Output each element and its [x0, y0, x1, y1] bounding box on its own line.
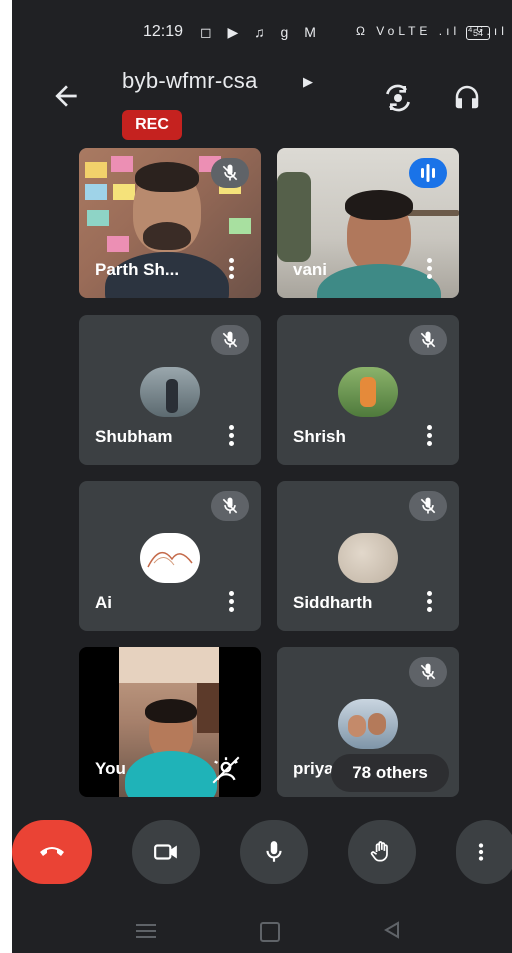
- more-vert-icon[interactable]: [427, 258, 433, 280]
- participant-name: Shubham: [95, 427, 173, 446]
- more-vert-icon[interactable]: [427, 591, 433, 613]
- back-icon[interactable]: [382, 920, 402, 945]
- others-count-button[interactable]: 78 others: [331, 754, 449, 792]
- meeting-code[interactable]: byb-wfmr-csa: [122, 68, 258, 94]
- home-icon[interactable]: [260, 922, 280, 942]
- participant-name: vani: [293, 260, 328, 279]
- participant-tile[interactable]: Ai: [79, 481, 261, 631]
- more-vert-icon[interactable]: [229, 425, 235, 447]
- flip-camera-icon[interactable]: [382, 82, 414, 114]
- avatar: [140, 367, 200, 417]
- recording-badge: REC: [122, 110, 182, 140]
- microphone-button[interactable]: [240, 820, 308, 884]
- self-view-tile[interactable]: You: [79, 647, 261, 797]
- meet-call-screen: 12:19 ◻ ▶ ♫ g M Ω VoLTE .ıl ⁴ᴳ.ıl 54 byb…: [12, 0, 512, 953]
- participant-tile[interactable]: Siddharth: [277, 481, 459, 631]
- participant-tile[interactable]: Shrish: [277, 315, 459, 465]
- more-options-button[interactable]: [456, 820, 512, 884]
- more-vert-icon[interactable]: [427, 425, 433, 447]
- more-vert-icon[interactable]: [229, 591, 235, 613]
- avatar: [338, 533, 398, 583]
- raise-hand-icon: [370, 841, 388, 862]
- camera-button[interactable]: [132, 820, 200, 884]
- mic-off-icon: [409, 657, 447, 687]
- end-call-icon: [40, 847, 64, 856]
- system-nav-bar: [12, 910, 512, 953]
- participant-name: priya: [293, 759, 334, 778]
- headphones-icon[interactable]: [452, 82, 482, 112]
- camera-icon: [154, 844, 177, 860]
- avatar: [338, 699, 398, 749]
- speaking-icon: [409, 158, 447, 188]
- status-bar: 12:19 ◻ ▶ ♫ g M Ω VoLTE .ıl ⁴ᴳ.ıl 54: [12, 16, 512, 50]
- participant-name: You: [95, 759, 126, 778]
- mic-off-icon: [211, 325, 249, 355]
- mic-off-icon: [211, 491, 249, 521]
- more-vert-icon: [478, 843, 484, 861]
- recent-apps-icon[interactable]: [136, 924, 156, 942]
- participant-tile[interactable]: Shubham: [79, 315, 261, 465]
- end-call-button[interactable]: [12, 820, 92, 884]
- participant-name: Ai: [95, 593, 112, 612]
- notification-icons: ◻ ▶ ♫ g M: [200, 24, 322, 40]
- mic-icon: [266, 841, 282, 862]
- participant-tile[interactable]: Parth Sh...: [79, 148, 261, 298]
- participant-name: Shrish: [293, 427, 346, 446]
- participant-name: Parth Sh...: [95, 260, 180, 279]
- raise-hand-button[interactable]: [348, 820, 416, 884]
- status-time: 12:19: [143, 23, 184, 40]
- more-vert-icon[interactable]: [229, 258, 235, 280]
- meeting-info-caret-icon[interactable]: ▶: [303, 74, 313, 90]
- participant-tile[interactable]: vani: [277, 148, 459, 298]
- mic-off-icon: [211, 158, 249, 188]
- self-video: [119, 647, 219, 797]
- avatar: [338, 367, 398, 417]
- back-arrow-icon[interactable]: [50, 80, 82, 112]
- mic-off-icon: [409, 491, 447, 521]
- battery-icon: 54: [466, 26, 490, 40]
- avatar: [140, 533, 200, 583]
- effects-icon[interactable]: [209, 753, 243, 787]
- mic-off-icon: [409, 325, 447, 355]
- participant-name: Siddharth: [293, 593, 373, 612]
